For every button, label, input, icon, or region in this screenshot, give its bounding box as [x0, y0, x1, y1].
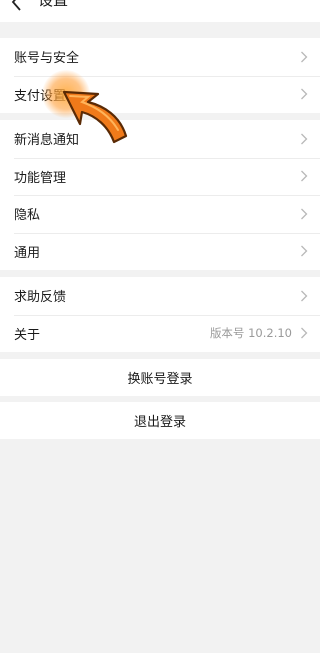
switch-account-label: 换账号登录	[127, 372, 193, 387]
row-general[interactable]: 通用	[0, 232, 320, 271]
logout-button[interactable]: 退出登录	[0, 402, 320, 439]
row-label: 账号与安全	[14, 51, 80, 67]
row-account-security[interactable]: 账号与安全	[0, 38, 320, 76]
chevron-left-icon[interactable]	[10, 0, 24, 12]
chevron-right-icon	[301, 208, 308, 220]
row-privacy[interactable]: 隐私	[0, 195, 320, 233]
row-about[interactable]: 关于 版本号 10.2.10	[0, 314, 320, 353]
row-help-feedback[interactable]: 求助反馈	[0, 277, 320, 315]
chevron-right-icon	[301, 51, 308, 63]
switch-account-button[interactable]: 换账号登录	[0, 359, 320, 396]
chevron-right-icon	[301, 133, 308, 145]
chevron-right-icon	[301, 327, 308, 339]
row-label: 通用	[14, 245, 41, 261]
row-label: 功能管理	[14, 170, 67, 186]
row-label: 求助反馈	[14, 290, 67, 306]
top-bar: 设置	[0, 0, 320, 22]
row-payment-settings[interactable]: 支付设置	[0, 75, 320, 114]
settings-group-general: 新消息通知 功能管理 隐私 通用	[0, 120, 320, 270]
chevron-right-icon	[301, 88, 308, 100]
version-text: 版本号 10.2.10	[209, 326, 292, 341]
page-title: 设置	[38, 0, 69, 9]
row-feature-management[interactable]: 功能管理	[0, 157, 320, 196]
logout-label: 退出登录	[133, 415, 186, 430]
chevron-right-icon	[301, 170, 308, 182]
chevron-right-icon	[301, 245, 308, 257]
settings-group-account: 账号与安全 支付设置	[0, 38, 320, 113]
row-label: 支付设置	[14, 88, 67, 104]
row-new-message-notification[interactable]: 新消息通知	[0, 120, 320, 158]
row-label: 新消息通知	[14, 133, 80, 149]
row-label: 关于	[14, 327, 41, 343]
settings-group-help: 求助反馈 关于 版本号 10.2.10	[0, 277, 320, 352]
chevron-right-icon	[301, 290, 308, 302]
row-label: 隐私	[14, 208, 41, 224]
